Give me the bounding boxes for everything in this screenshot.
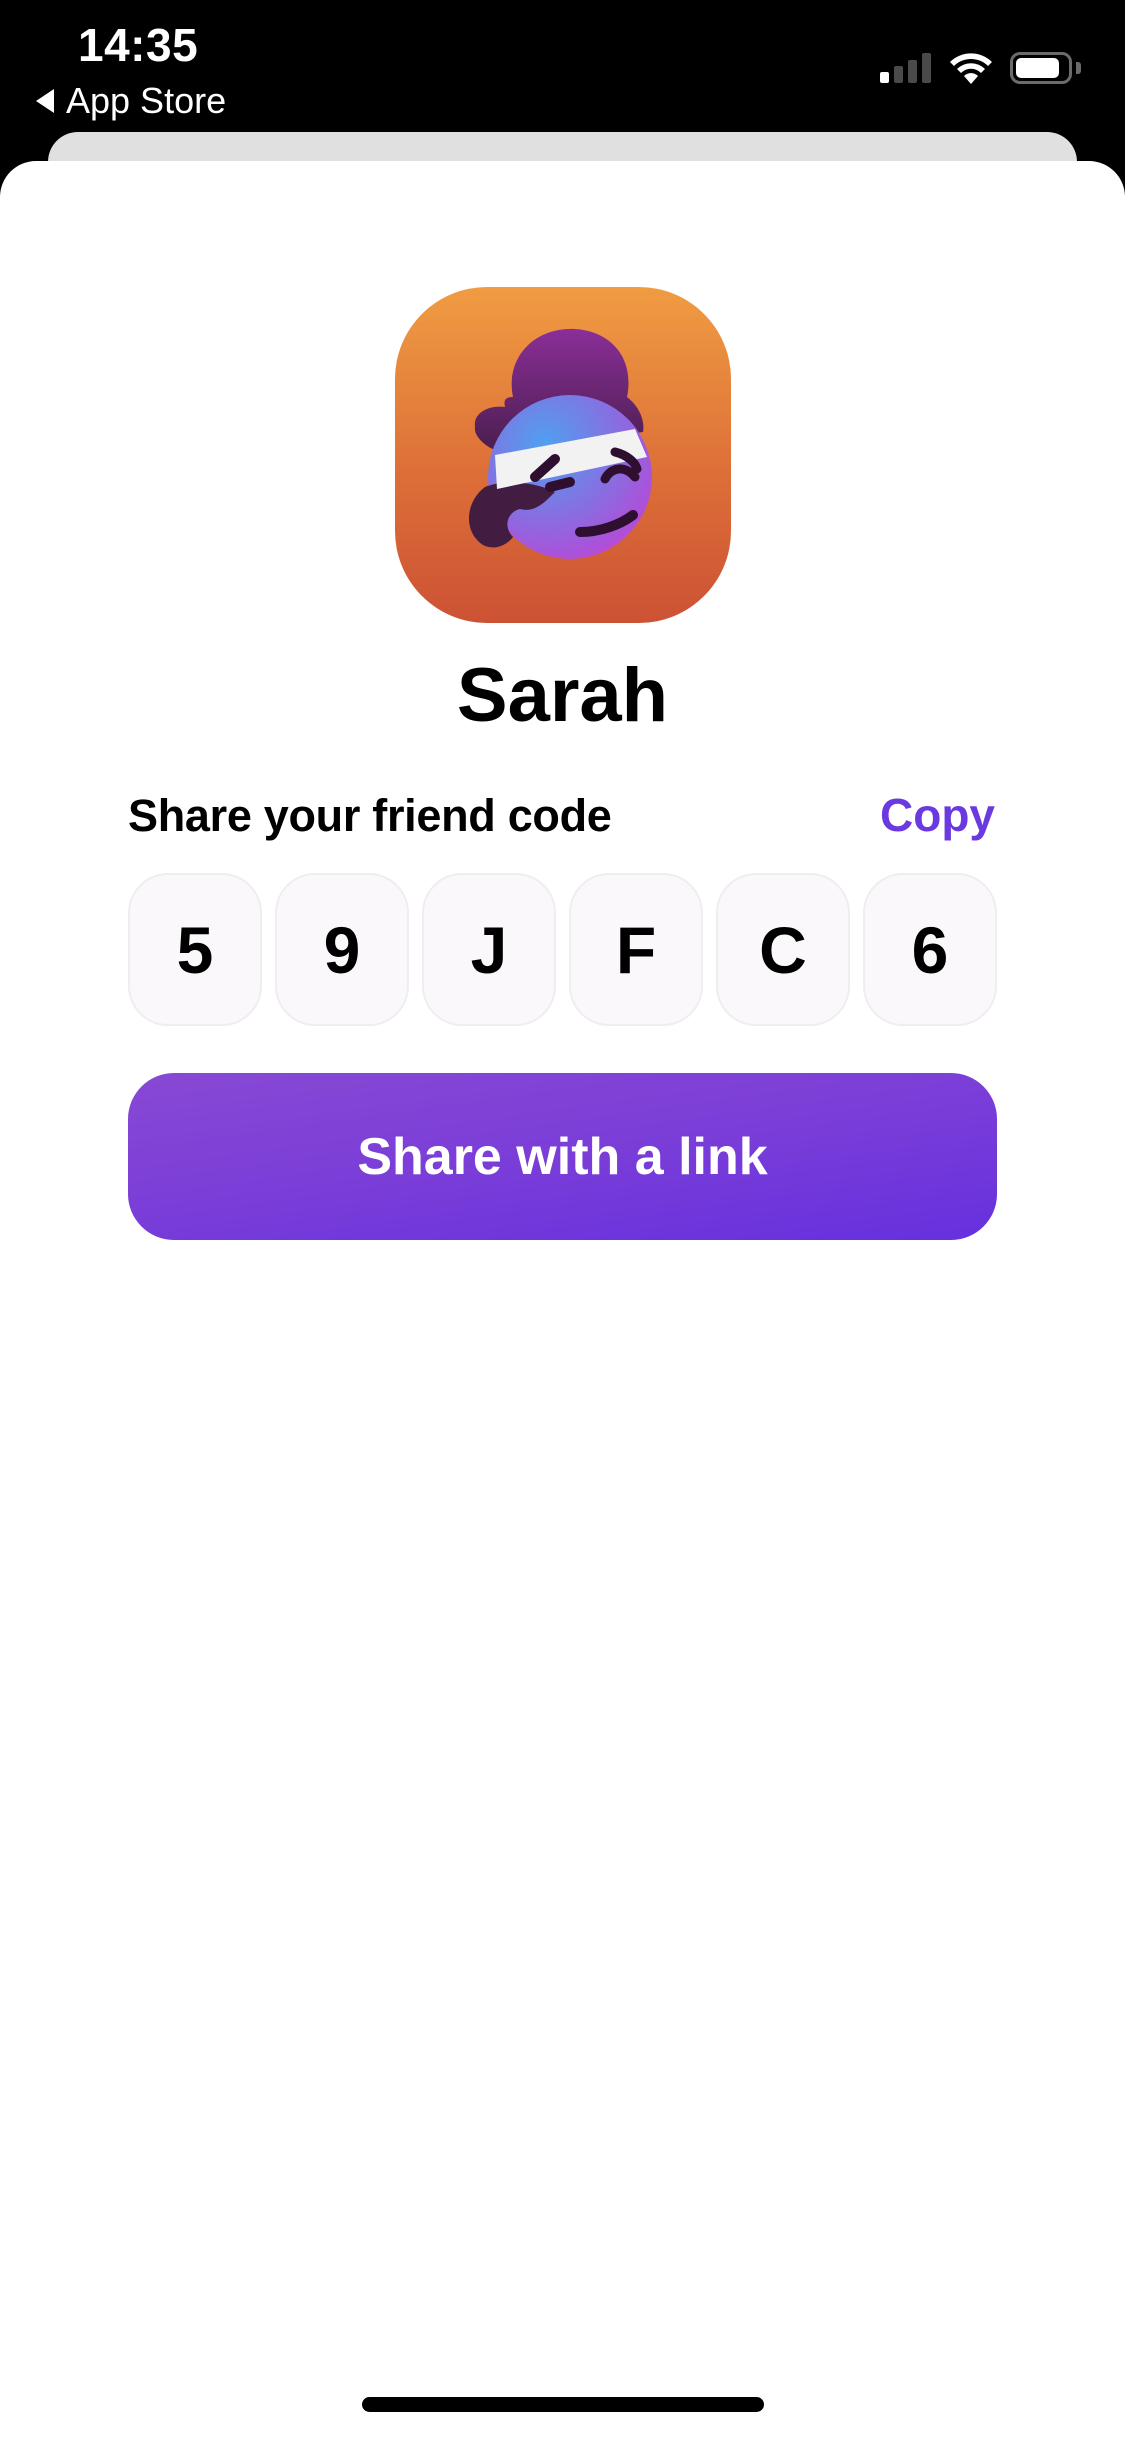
signal-bar <box>880 72 889 83</box>
signal-bar <box>894 66 903 83</box>
wifi-icon <box>950 53 992 84</box>
status-bar: 14:35 App Store <box>0 0 1125 130</box>
code-character-box: 9 <box>275 873 409 1026</box>
signal-bar <box>908 60 917 83</box>
code-character-box: J <box>422 873 556 1026</box>
friend-code-boxes: 5 9 J F C 6 <box>128 873 997 1026</box>
cellular-signal-icon <box>880 53 931 83</box>
profile-avatar <box>395 287 731 623</box>
back-link-label: App Store <box>66 80 227 121</box>
battery-nub <box>1076 62 1081 74</box>
back-arrow-icon <box>36 89 54 113</box>
code-character-box: 6 <box>863 873 997 1026</box>
code-character-box: F <box>569 873 703 1026</box>
copy-code-button[interactable]: Copy <box>880 788 995 842</box>
back-to-app-store-link[interactable]: App Store <box>36 80 226 122</box>
winking-face-avatar-icon <box>468 328 652 559</box>
friend-code-label: Share your friend code <box>128 790 612 841</box>
profile-name: Sarah <box>456 653 669 738</box>
signal-bar <box>922 53 931 83</box>
battery-icon <box>1010 52 1072 84</box>
code-character-box: 5 <box>128 873 262 1026</box>
home-indicator[interactable] <box>362 2397 764 2412</box>
battery-level <box>1016 58 1059 78</box>
status-time: 14:35 <box>78 19 199 71</box>
code-character-box: C <box>716 873 850 1026</box>
share-with-link-button[interactable]: Share with a link <box>128 1073 997 1240</box>
